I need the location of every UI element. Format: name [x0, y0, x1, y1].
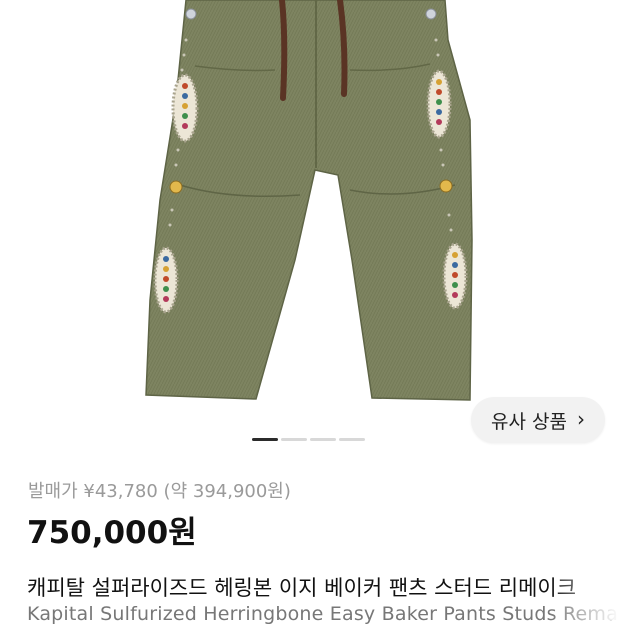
- original-price: 발매가 ¥43,780 (약 394,900원): [28, 481, 291, 502]
- product-image[interactable]: 유사 상품 ›: [0, 0, 620, 460]
- carousel-indicator: [252, 438, 365, 441]
- product-title-korean: 캐피탈 설퍼라이즈드 헤링본 이지 베이커 팬츠 스터드 리메이크: [27, 576, 577, 600]
- carousel-dot-active[interactable]: [252, 438, 278, 441]
- carousel-dot[interactable]: [310, 438, 336, 441]
- similar-products-button[interactable]: 유사 상품 ›: [471, 397, 605, 443]
- product-title-english: Kapital Sulfurized Herringbone Easy Bake…: [27, 603, 620, 625]
- studded-patch-lower-right: [442, 242, 468, 310]
- similar-products-label: 유사 상품: [491, 410, 567, 433]
- pants-illustration: [145, 0, 473, 401]
- studded-patch-upper-right: [426, 69, 452, 139]
- sale-price: 750,000원: [27, 515, 197, 551]
- studded-patch-lower-left: [153, 246, 179, 314]
- chevron-right-icon: ›: [576, 407, 585, 431]
- title-fade-overlay: [550, 565, 620, 620]
- carousel-dot[interactable]: [339, 438, 365, 441]
- carousel-dot[interactable]: [281, 438, 307, 441]
- studded-patch-upper-left: [171, 73, 199, 143]
